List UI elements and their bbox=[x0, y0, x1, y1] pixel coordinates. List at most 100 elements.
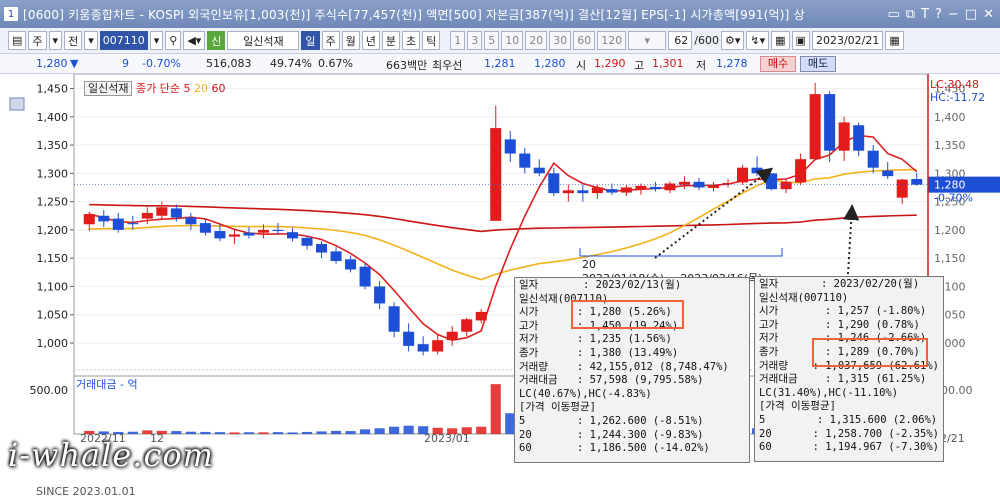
y-tick-label: 1,050 bbox=[37, 309, 69, 322]
save-icon[interactable]: ▣ bbox=[791, 31, 810, 50]
candle-body bbox=[272, 229, 284, 232]
tooltip-value: : 1,186.500 (-14.02%) bbox=[577, 442, 710, 455]
best-quote-label: 최우선 bbox=[432, 59, 463, 72]
candle-body bbox=[185, 217, 197, 225]
toolbar: ▤ 주 ▾ 전 ▾ 007110 ▾ ⚲ ◀▾ 신 일신석재 일 주 월 년 분… bbox=[0, 28, 1000, 54]
link-icon[interactable]: ⧉ bbox=[906, 7, 915, 22]
volume-bar bbox=[301, 431, 313, 434]
market-dropdown-icon[interactable]: ▾ bbox=[84, 31, 98, 50]
tooltip-key: 거래대금 bbox=[519, 374, 558, 387]
volume-bar bbox=[490, 384, 501, 434]
code-input[interactable]: 007110 bbox=[99, 31, 148, 50]
candle-body bbox=[649, 186, 661, 190]
candle-body bbox=[722, 182, 734, 184]
period-minute-button[interactable]: 분 bbox=[381, 31, 401, 50]
quote-bar: 1,280 ▼ 9 -0.70% 516,083 49.74% 0.67% 66… bbox=[0, 54, 1000, 74]
candle-body bbox=[228, 234, 240, 237]
period-second-button[interactable]: 초 bbox=[402, 31, 421, 50]
y-tick-label: 1,400 bbox=[37, 111, 69, 124]
interval-10-button[interactable]: 10 bbox=[501, 31, 524, 50]
font-icon[interactable]: T bbox=[921, 7, 929, 22]
market-select[interactable]: 전 bbox=[64, 31, 83, 50]
current-price: 1,280 bbox=[36, 57, 68, 70]
tooltip-key: 거래량 bbox=[759, 359, 788, 372]
search-icon[interactable]: ⚲ bbox=[165, 31, 182, 50]
tooltip-key: 시가 bbox=[759, 305, 779, 318]
minimize-icon[interactable]: − bbox=[948, 7, 959, 22]
speaker-icon[interactable]: ◀▾ bbox=[183, 31, 206, 50]
candle-body bbox=[809, 94, 821, 160]
candle-body bbox=[301, 237, 313, 246]
interval-120-button[interactable]: 120 bbox=[597, 31, 627, 50]
tooltip-value: : 1,244.300 (-9.83%) bbox=[577, 428, 704, 441]
low-price: 1,278 bbox=[716, 57, 748, 70]
trade-amount: 663백만 bbox=[386, 59, 428, 72]
chart-list-icon bbox=[9, 97, 25, 111]
volume-bar bbox=[229, 432, 240, 434]
volume-bar bbox=[185, 431, 196, 434]
watermark-logo: i-whale.com bbox=[8, 436, 214, 474]
sell-button[interactable]: 매도 bbox=[800, 56, 836, 72]
calendar-icon[interactable]: ▦ bbox=[885, 31, 904, 50]
tooltip-lchc: LC(31.40%),HC(-11.10%) bbox=[759, 386, 899, 399]
candle-body bbox=[533, 167, 545, 174]
window-title: [0600] 키움종합차트 - KOSPI 외국인보유[1,003(천)] 주식… bbox=[23, 7, 805, 22]
volume-bar bbox=[330, 430, 342, 434]
candle-body bbox=[664, 183, 676, 191]
bid-price: 1,280 bbox=[534, 57, 566, 70]
help-icon[interactable]: ? bbox=[935, 7, 942, 22]
change-percent: -0.70% bbox=[142, 57, 181, 70]
maximize-icon[interactable]: □ bbox=[965, 7, 977, 22]
candle-body bbox=[112, 218, 124, 230]
candle-body bbox=[548, 173, 560, 194]
period-year-button[interactable]: 년 bbox=[361, 31, 380, 50]
interval-30-button[interactable]: 30 bbox=[549, 31, 572, 50]
tooltip-value: : 1,262.600 (-8.51%) bbox=[577, 414, 704, 427]
tooltip-value: : 42,155,012 (8,748.47%) bbox=[577, 360, 729, 373]
type-select[interactable]: 주 bbox=[28, 31, 47, 50]
chart-settings-icon[interactable]: ⚙▾ bbox=[721, 31, 745, 50]
close-icon[interactable]: ✕ bbox=[983, 7, 994, 22]
type-dropdown-icon[interactable]: ▾ bbox=[48, 31, 63, 50]
code-dropdown-icon[interactable]: ▾ bbox=[149, 31, 164, 50]
interval-60-button[interactable]: 60 bbox=[573, 31, 596, 50]
candle-body bbox=[620, 187, 632, 193]
candle-body bbox=[417, 344, 429, 352]
chart-tool-icon[interactable]: ↯▾ bbox=[746, 31, 770, 50]
candle-body bbox=[519, 153, 531, 168]
volume-bar bbox=[374, 428, 385, 434]
candle-body bbox=[83, 214, 95, 225]
interval-3-button[interactable]: 3 bbox=[467, 31, 483, 50]
restore-icon[interactable]: ▭ bbox=[887, 7, 899, 22]
interval-5-button[interactable]: 5 bbox=[484, 31, 500, 50]
volume-bar bbox=[287, 432, 298, 434]
candle-body bbox=[170, 208, 182, 218]
legend-ma-label: 종가 단순 bbox=[135, 82, 180, 95]
interval-1-button[interactable]: 1 bbox=[450, 31, 466, 50]
panel-icon[interactable]: ▤ bbox=[8, 31, 27, 50]
hc-label: HC:-11.72 bbox=[930, 91, 985, 104]
interval-custom-select[interactable]: ▾ bbox=[628, 31, 667, 50]
legend-ma5: 5 bbox=[183, 82, 191, 95]
grid-icon[interactable]: ▦ bbox=[771, 31, 790, 50]
volume-bar bbox=[389, 426, 400, 434]
period-week-button[interactable]: 주 bbox=[321, 31, 340, 50]
candle-body bbox=[214, 231, 226, 239]
volume-bar bbox=[214, 432, 225, 434]
watermark-since: SINCE 2023.01.01 bbox=[36, 485, 136, 498]
interval-20-button[interactable]: 20 bbox=[525, 31, 548, 50]
tooltip-key: 60 bbox=[759, 441, 772, 454]
count-input[interactable]: 62 bbox=[668, 31, 693, 50]
period-day-button[interactable]: 일 bbox=[301, 31, 320, 50]
date-input[interactable]: 2023/02/21 bbox=[811, 31, 884, 50]
y-tick-label: 1,150 bbox=[37, 252, 69, 265]
current-price-label: 1,280 bbox=[934, 179, 966, 192]
highlight-close-price-0220 bbox=[812, 338, 928, 367]
candle-body bbox=[257, 229, 269, 233]
period-tick-button[interactable]: 틱 bbox=[422, 31, 441, 50]
volume-bar bbox=[476, 426, 487, 434]
period-month-button[interactable]: 월 bbox=[341, 31, 360, 50]
open-label: 시 bbox=[576, 59, 587, 72]
ma60-line bbox=[89, 203, 917, 233]
buy-button[interactable]: 매수 bbox=[760, 56, 796, 72]
